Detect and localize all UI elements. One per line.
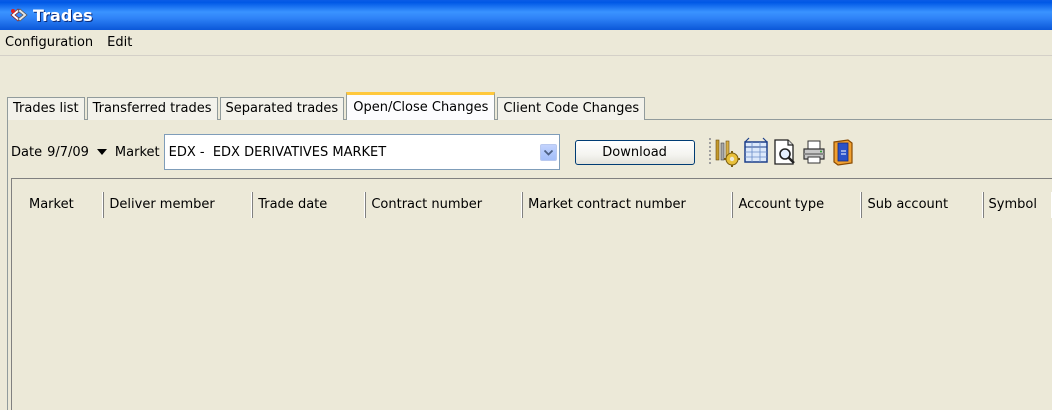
column-header-symbol[interactable]: Symbol [982, 192, 1052, 218]
tab-transferred-trades[interactable]: Transferred trades [86, 97, 218, 120]
market-select-value: EDX - EDX DERIVATIVES MARKET [168, 144, 387, 160]
title-bar[interactable]: Trades [0, 0, 1052, 30]
column-header-deliver-member[interactable]: Deliver member [103, 192, 253, 218]
toolbar-separator [708, 138, 711, 166]
print-icon[interactable] [801, 137, 827, 167]
trades-window: Trades Configuration Edit Trades list Tr… [0, 0, 1052, 410]
market-select[interactable]: EDX - EDX DERIVATIVES MARKET [163, 134, 560, 170]
menu-edit[interactable]: Edit [100, 30, 139, 55]
chevron-down-icon[interactable] [539, 144, 557, 161]
tab-separated-trades[interactable]: Separated trades [219, 97, 345, 120]
column-header-market-contract-number[interactable]: Market contract number [522, 192, 733, 218]
column-header-sub-account[interactable]: Sub account [861, 192, 983, 218]
export-icon[interactable] [830, 137, 856, 167]
date-value[interactable]: 9/7/09 [47, 145, 89, 160]
trades-grid: Market Deliver member Trade date Contrac… [11, 178, 1052, 410]
menu-bar: Configuration Edit [0, 30, 1052, 56]
menu-configuration[interactable]: Configuration [0, 30, 100, 55]
column-header-contract-number[interactable]: Contract number [365, 192, 523, 218]
tab-strip: Trades list Transferred trades Separated… [7, 90, 647, 120]
column-header-trade-date[interactable]: Trade date [252, 192, 366, 218]
download-button[interactable]: Download [574, 139, 695, 165]
window-title: Trades [33, 5, 93, 25]
settings-tools-icon[interactable] [714, 137, 740, 167]
grid-header-row: Market Deliver member Trade date Contrac… [24, 192, 1052, 218]
column-layout-icon[interactable] [743, 137, 769, 167]
tab-client-code-changes[interactable]: Client Code Changes [497, 97, 646, 120]
tab-open-close-changes[interactable]: Open/Close Changes [346, 92, 496, 120]
date-label: Date [11, 144, 43, 160]
date-dropdown-arrow-icon[interactable] [95, 145, 109, 159]
print-preview-icon[interactable] [772, 137, 798, 167]
toolbar: Date 9/7/09 Market EDX - EDX DERIVATIVES… [11, 133, 856, 171]
trades-app-icon [8, 5, 30, 25]
tab-trades-list[interactable]: Trades list [7, 97, 85, 120]
column-header-account-type[interactable]: Account type [732, 192, 862, 218]
market-label: Market [114, 144, 160, 160]
column-header-market[interactable]: Market [24, 192, 104, 218]
